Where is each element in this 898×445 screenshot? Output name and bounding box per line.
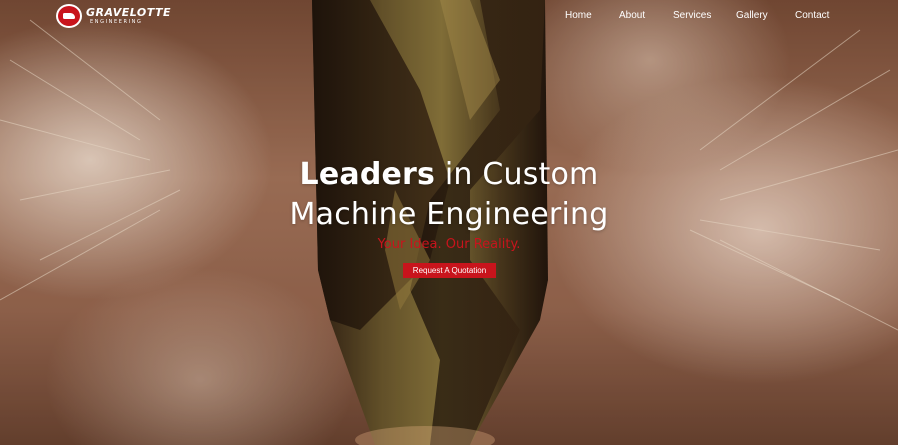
hero-tagline: Your Idea. Our Reality.: [377, 237, 521, 252]
headline-emphasis: Leaders: [299, 157, 436, 192]
brand-logo[interactable]: GRAVELOTTE ENGINEERING: [56, 4, 171, 28]
hero-section: GRAVELOTTE ENGINEERING Home About Servic…: [0, 0, 898, 445]
nav-gallery-link[interactable]: Gallery: [736, 10, 768, 21]
nav-services-link[interactable]: Services: [673, 10, 711, 21]
anvil-badge-icon: [56, 4, 82, 28]
nav-contact-link[interactable]: Contact: [795, 10, 829, 21]
nav-about-link[interactable]: About: [619, 10, 645, 21]
nav-home-link[interactable]: Home: [565, 10, 592, 21]
hero-headline: Leaders in Custom Machine Engineering: [0, 155, 898, 235]
brand-name: GRAVELOTTE: [86, 6, 172, 19]
headline-line2: Machine Engineering: [289, 197, 609, 232]
headline-line1-rest: in Custom: [435, 157, 599, 192]
brand-subtitle: ENGINEERING: [90, 19, 143, 25]
top-navigation: GRAVELOTTE ENGINEERING Home About Servic…: [0, 0, 898, 32]
brand-wordmark: GRAVELOTTE ENGINEERING: [86, 7, 171, 25]
request-quotation-button[interactable]: Request A Quotation: [403, 263, 496, 278]
